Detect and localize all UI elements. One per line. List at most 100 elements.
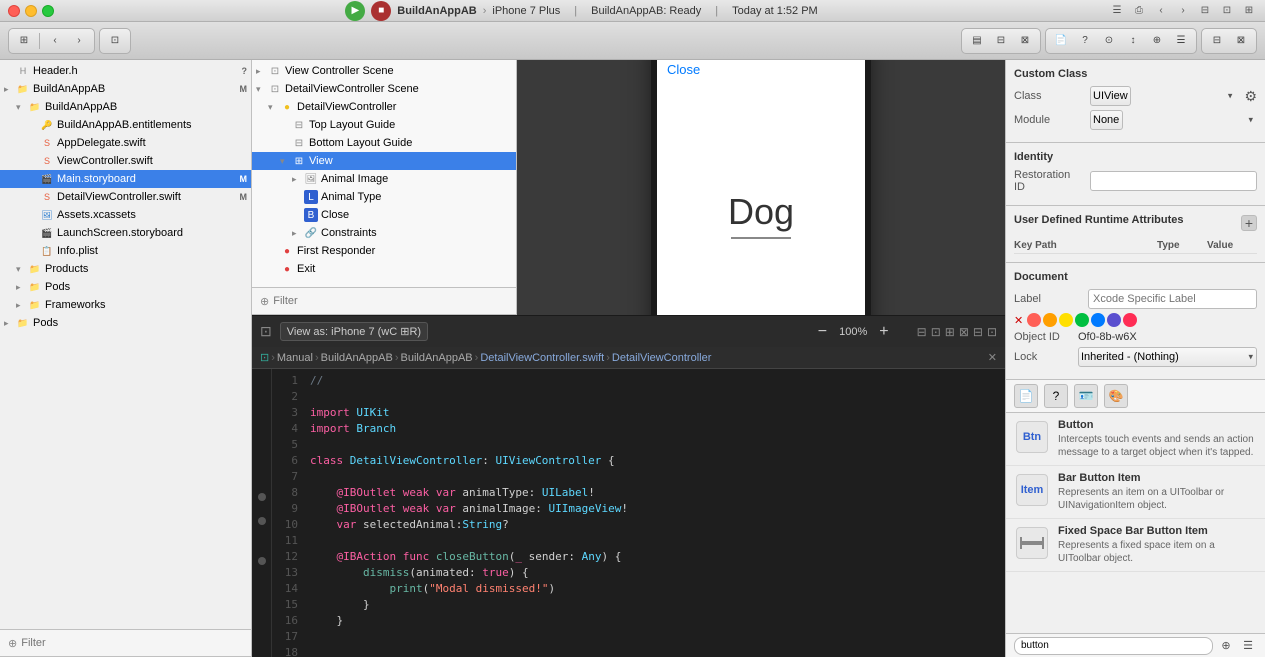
env-btn[interactable]: ⊕ [1146,30,1168,52]
panel-right-icon[interactable]: ⊟ [1197,3,1213,19]
sidebar-item-info[interactable]: 📋 Info.plist [0,242,251,260]
sidebar-item-mainstoryboard[interactable]: 🎬 Main.storyboard M [0,170,251,188]
zoom-plus-btn[interactable]: + [875,323,892,341]
restoration-input[interactable] [1090,171,1257,191]
class-select-wrapper[interactable]: UIView [1090,86,1236,106]
footer-circle-icon[interactable]: ⊕ [1217,637,1235,655]
file-panel-btn[interactable]: 📄 [1050,30,1072,52]
color-dot-1[interactable] [1027,313,1041,327]
color-dot-2[interactable] [1043,313,1057,327]
debug-hide-btn[interactable]: ⊠ [1230,30,1252,52]
sidebar-item-pods-root[interactable]: 📁 Pods [0,314,251,332]
obj-lib-item-button[interactable]: Btn Button Intercepts touch events and s… [1006,413,1265,466]
outline-animal-type[interactable]: L Animal Type [252,188,516,206]
sidebar-item-root[interactable]: 📁 BuildAnAppAB M [0,80,251,98]
close-window-button[interactable] [8,5,20,17]
layout-2-btn[interactable]: ⊟ [990,30,1012,52]
attributes-inspector-tab[interactable]: 🎨 [1104,384,1128,408]
class-select[interactable]: UIView [1090,86,1131,106]
inspect-btn[interactable]: ⊙ [1098,30,1120,52]
sidebar-item-viewcontroller[interactable]: S ViewController.swift [0,152,251,170]
color-x-btn[interactable]: ✕ [1014,314,1023,327]
panel-bottom-icon[interactable]: ⊡ [1219,3,1235,19]
share-icon[interactable]: ⎙ [1131,3,1147,19]
code-line-7 [310,469,997,485]
zoom-minus-btn[interactable]: − [814,323,831,341]
outline-dvc-scene[interactable]: ⊡ DetailViewController Scene [252,80,516,98]
align-btn5[interactable]: ⊟ [973,325,983,339]
class-config-icon[interactable]: ⚙ [1244,88,1257,105]
color-dot-7[interactable] [1123,313,1137,327]
inspector-hide-btn[interactable]: ⊟ [1206,30,1228,52]
footer-list-icon[interactable]: ☰ [1239,637,1257,655]
align-btn6[interactable]: ⊡ [987,325,997,339]
editor-standard-btn[interactable]: ⊞ [13,30,35,52]
color-dot-5[interactable] [1091,313,1105,327]
editor-forward-btn[interactable]: › [68,30,90,52]
view-as-btn[interactable]: View as: iPhone 7 (wC ⊞R) [280,322,428,341]
align-btn1[interactable]: ⊟ [917,325,927,339]
module-select-wrapper[interactable]: None [1090,110,1257,130]
outline-vc-scene[interactable]: ⊡ View Controller Scene [252,62,516,80]
outline-view[interactable]: ⊞ View [252,152,516,170]
nav-right-icon[interactable]: › [1175,3,1191,19]
file-inspector-tab[interactable]: 📄 [1014,384,1038,408]
align-btn3[interactable]: ⊞ [945,325,955,339]
sidebar-item-pods-sub[interactable]: 📁 Pods [0,278,251,296]
sidebar-item-frameworks[interactable]: 📁 Frameworks [0,296,251,314]
align-btn4[interactable]: ⊠ [959,325,969,339]
editor-back-btn[interactable]: ‹ [44,30,66,52]
minimize-window-button[interactable] [25,5,37,17]
close-button-label[interactable]: Close [657,60,865,83]
panel-left-icon[interactable]: ☰ [1109,3,1125,19]
storyboard-btn[interactable]: ⊡ [104,30,126,52]
lock-select[interactable]: Inherited - (Nothing) [1078,347,1257,367]
obj-lib-btn[interactable]: ☰ [1170,30,1192,52]
identity-inspector-tab[interactable]: 🪪 [1074,384,1098,408]
panel-full-icon[interactable]: ⊞ [1241,3,1257,19]
sidebar-item-assets[interactable]: 🖼 Assets.xcassets [0,206,251,224]
outline-animal-image[interactable]: 🖼 Animal Image [252,170,516,188]
maximize-window-button[interactable] [42,5,54,17]
obj-lib-item-fixedspace[interactable]: Fixed Space Bar Button Item Represents a… [1006,519,1265,572]
outline-bottom-layout[interactable]: ⊟ Bottom Layout Guide [252,134,516,152]
outline-top-layout[interactable]: ⊟ Top Layout Guide [252,116,516,134]
outline-first-responder[interactable]: ● First Responder [252,242,516,260]
color-dot-4[interactable] [1075,313,1089,327]
code-editor[interactable]: 12345 678910 1112131415 1617181920 // im… [252,369,1005,657]
run-button[interactable]: ▶ [345,1,365,21]
outline-constraints[interactable]: 🔗 Constraints [252,224,516,242]
close-editor-btn[interactable]: ✕ [988,351,997,364]
main-content-row: H Header.h ? 📁 BuildAnAppAB M 📁 BuildAnA… [0,60,1265,657]
label-input[interactable] [1088,289,1257,309]
layout-1-btn[interactable]: ▤ [966,30,988,52]
jump-btn[interactable]: ↕ [1122,30,1144,52]
outline-exit[interactable]: ● Exit [252,260,516,278]
lock-select-wrapper[interactable]: Inherited - (Nothing) [1078,347,1257,367]
sidebar-item-launch[interactable]: 🎬 LaunchScreen.storyboard [0,224,251,242]
color-dot-3[interactable] [1059,313,1073,327]
sidebar-item-sub[interactable]: 📁 BuildAnAppAB [0,98,251,116]
sidebar-item-appdelegate[interactable]: S AppDelegate.swift [0,134,251,152]
obj-lib-search-input[interactable] [1014,637,1213,655]
color-dot-6[interactable] [1107,313,1121,327]
sidebar-item-products[interactable]: 📁 Products [0,260,251,278]
sidebar-item-detailvc[interactable]: S DetailViewController.swift M [0,188,251,206]
sidebar-item-headerh[interactable]: H Header.h ? [0,62,251,80]
layout-3-btn[interactable]: ⊠ [1014,30,1036,52]
sidebar-filter-input[interactable] [21,637,243,649]
add-attr-btn[interactable]: + [1241,215,1257,231]
outline-close[interactable]: B Close [252,206,516,224]
module-select[interactable]: None [1090,110,1123,130]
help-btn[interactable]: ? [1074,30,1096,52]
obj-lib-item-barbutton[interactable]: Item Bar Button Item Represents an item … [1006,466,1265,519]
nav-left-icon[interactable]: ‹ [1153,3,1169,19]
storyboard-filter-input[interactable] [273,295,508,307]
stop-button[interactable]: ■ [371,1,391,21]
outline-dvc[interactable]: ● DetailViewController [252,98,516,116]
code-content[interactable]: // import UIKit import Branch class Deta… [302,369,1005,657]
quick-help-tab[interactable]: ? [1044,384,1068,408]
align-btn2[interactable]: ⊡ [931,325,941,339]
sidebar-item-entitlements[interactable]: 🔑 BuildAnAppAB.entitlements [0,116,251,134]
label-dvc-scene: DetailViewController Scene [285,83,419,95]
